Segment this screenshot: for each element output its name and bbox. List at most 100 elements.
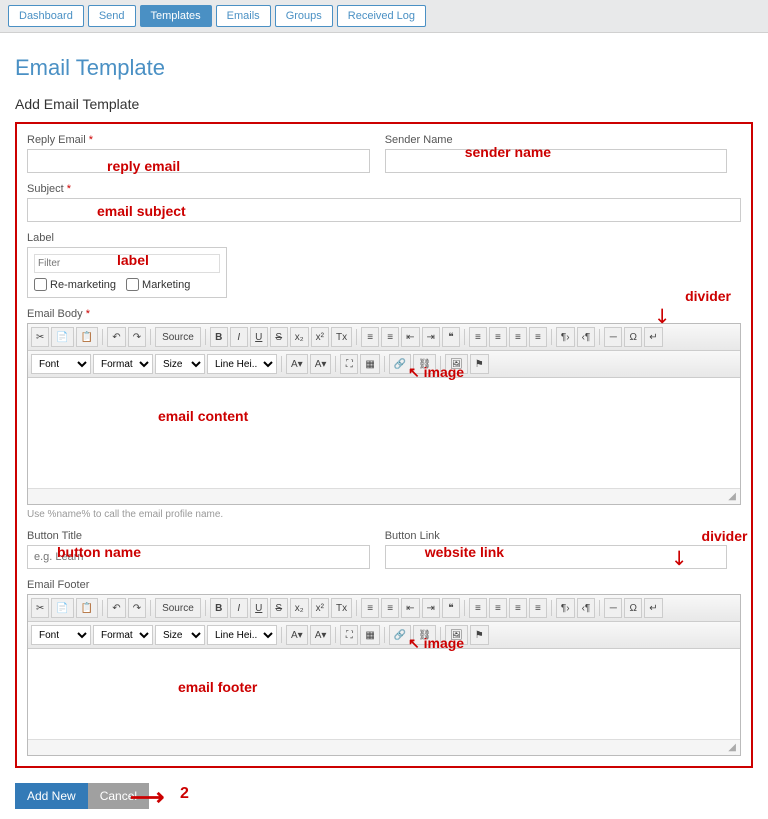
redo-icon[interactable]: ↷ <box>128 327 146 347</box>
sender-name-input[interactable] <box>385 149 728 173</box>
outdent-icon[interactable]: ⇤ <box>401 327 419 347</box>
underline-icon[interactable]: U <box>250 598 268 618</box>
alignright-icon[interactable]: ≡ <box>509 327 527 347</box>
aligncenter-icon[interactable]: ≡ <box>489 327 507 347</box>
source-button[interactable]: Source <box>155 598 201 618</box>
checkbox-marketing[interactable] <box>126 278 139 291</box>
format-select[interactable]: Format <box>93 354 153 374</box>
italic-icon[interactable]: I <box>230 598 248 618</box>
strike-icon[interactable]: S <box>270 327 288 347</box>
tab-received-log[interactable]: Received Log <box>337 5 426 27</box>
showblocks-icon[interactable]: ▦ <box>360 354 379 374</box>
ltr-icon[interactable]: ¶› <box>556 598 575 618</box>
hr-icon[interactable]: ─ <box>604 598 622 618</box>
tab-templates[interactable]: Templates <box>140 5 212 27</box>
link-icon[interactable]: 🔗 <box>389 625 411 645</box>
bold-icon[interactable]: B <box>210 598 228 618</box>
bold-icon[interactable]: B <box>210 327 228 347</box>
unlink-icon[interactable]: ⛓ <box>413 354 436 374</box>
maximize-icon[interactable]: ⛶ <box>340 625 358 645</box>
numlist-icon[interactable]: ≡ <box>361 327 379 347</box>
alignright-icon[interactable]: ≡ <box>509 598 527 618</box>
resize-handle[interactable]: ◢ <box>28 488 740 504</box>
font-select[interactable]: Font <box>31 354 91 374</box>
image-icon[interactable]: 🖼 <box>445 354 468 374</box>
alignleft-icon[interactable]: ≡ <box>469 598 487 618</box>
clearformat-icon[interactable]: Tx <box>331 598 352 618</box>
undo-icon[interactable]: ↶ <box>107 598 125 618</box>
bullist-icon[interactable]: ≡ <box>381 598 399 618</box>
size-select[interactable]: Size <box>155 354 205 374</box>
resize-handle[interactable]: ◢ <box>28 739 740 755</box>
flag-icon[interactable]: ⚑ <box>470 625 489 645</box>
source-button[interactable]: Source <box>155 327 201 347</box>
hr-icon[interactable]: ─ <box>604 327 622 347</box>
unlink-icon[interactable]: ⛓ <box>413 625 436 645</box>
label-filter-input[interactable] <box>34 254 220 273</box>
paste-icon[interactable]: 📋 <box>76 598 98 618</box>
bullist-icon[interactable]: ≡ <box>381 327 399 347</box>
strike-icon[interactable]: S <box>270 598 288 618</box>
font-select[interactable]: Font <box>31 625 91 645</box>
email-body-content[interactable]: ↖ image email content <box>28 378 740 488</box>
bgcolor-icon[interactable]: A▾ <box>310 625 332 645</box>
tab-dashboard[interactable]: Dashboard <box>8 5 84 27</box>
showblocks-icon[interactable]: ▦ <box>360 625 379 645</box>
superscript-icon[interactable]: x² <box>311 598 329 618</box>
reply-email-input[interactable] <box>27 149 370 173</box>
superscript-icon[interactable]: x² <box>311 327 329 347</box>
subscript-icon[interactable]: x₂ <box>290 327 309 347</box>
add-new-button[interactable]: Add New <box>15 783 88 809</box>
ltr-icon[interactable]: ¶› <box>556 327 575 347</box>
email-footer-content[interactable]: ↖ image email footer <box>28 649 740 739</box>
tab-send[interactable]: Send <box>88 5 136 27</box>
subscript-icon[interactable]: x₂ <box>290 598 309 618</box>
clearformat-icon[interactable]: Tx <box>331 327 352 347</box>
alignjustify-icon[interactable]: ≡ <box>529 327 547 347</box>
rtl-icon[interactable]: ‹¶ <box>577 327 596 347</box>
bgcolor-icon[interactable]: A▾ <box>310 354 332 374</box>
undo-icon[interactable]: ↶ <box>107 327 125 347</box>
lineheight-select[interactable]: Line Hei... <box>207 354 277 374</box>
format-select[interactable]: Format <box>93 625 153 645</box>
fontcolor-icon[interactable]: A▾ <box>286 625 308 645</box>
cut-icon[interactable]: ✂ <box>31 327 49 347</box>
link-icon[interactable]: 🔗 <box>389 354 411 374</box>
quote-icon[interactable]: ❝ <box>442 598 460 618</box>
aligncenter-icon[interactable]: ≡ <box>489 598 507 618</box>
page-subtitle: Add Email Template <box>15 96 753 112</box>
button-link-input[interactable] <box>385 545 728 569</box>
omega-icon[interactable]: Ω <box>624 598 642 618</box>
numlist-icon[interactable]: ≡ <box>361 598 379 618</box>
copy-icon[interactable]: 📄 <box>51 327 73 347</box>
quote-icon[interactable]: ❝ <box>442 327 460 347</box>
cut-icon[interactable]: ✂ <box>31 598 49 618</box>
tab-emails[interactable]: Emails <box>216 5 271 27</box>
alignjustify-icon[interactable]: ≡ <box>529 598 547 618</box>
image-icon[interactable]: 🖼 <box>445 625 468 645</box>
label-remarketing[interactable]: Re-marketing <box>34 278 116 291</box>
indent-icon[interactable]: ⇥ <box>422 598 440 618</box>
pagebreak-icon[interactable]: ↵ <box>644 327 662 347</box>
omega-icon[interactable]: Ω <box>624 327 642 347</box>
button-title-input[interactable] <box>27 545 370 569</box>
fontcolor-icon[interactable]: A▾ <box>286 354 308 374</box>
alignleft-icon[interactable]: ≡ <box>469 327 487 347</box>
lineheight-select[interactable]: Line Hei... <box>207 625 277 645</box>
size-select[interactable]: Size <box>155 625 205 645</box>
outdent-icon[interactable]: ⇤ <box>401 598 419 618</box>
italic-icon[interactable]: I <box>230 327 248 347</box>
rtl-icon[interactable]: ‹¶ <box>577 598 596 618</box>
pagebreak-icon[interactable]: ↵ <box>644 598 662 618</box>
flag-icon[interactable]: ⚑ <box>470 354 489 374</box>
indent-icon[interactable]: ⇥ <box>422 327 440 347</box>
subject-input[interactable] <box>27 198 741 222</box>
paste-icon[interactable]: 📋 <box>76 327 98 347</box>
label-marketing[interactable]: Marketing <box>126 278 190 291</box>
maximize-icon[interactable]: ⛶ <box>340 354 358 374</box>
tab-groups[interactable]: Groups <box>275 5 333 27</box>
underline-icon[interactable]: U <box>250 327 268 347</box>
copy-icon[interactable]: 📄 <box>51 598 73 618</box>
redo-icon[interactable]: ↷ <box>128 598 146 618</box>
checkbox-remarketing[interactable] <box>34 278 47 291</box>
